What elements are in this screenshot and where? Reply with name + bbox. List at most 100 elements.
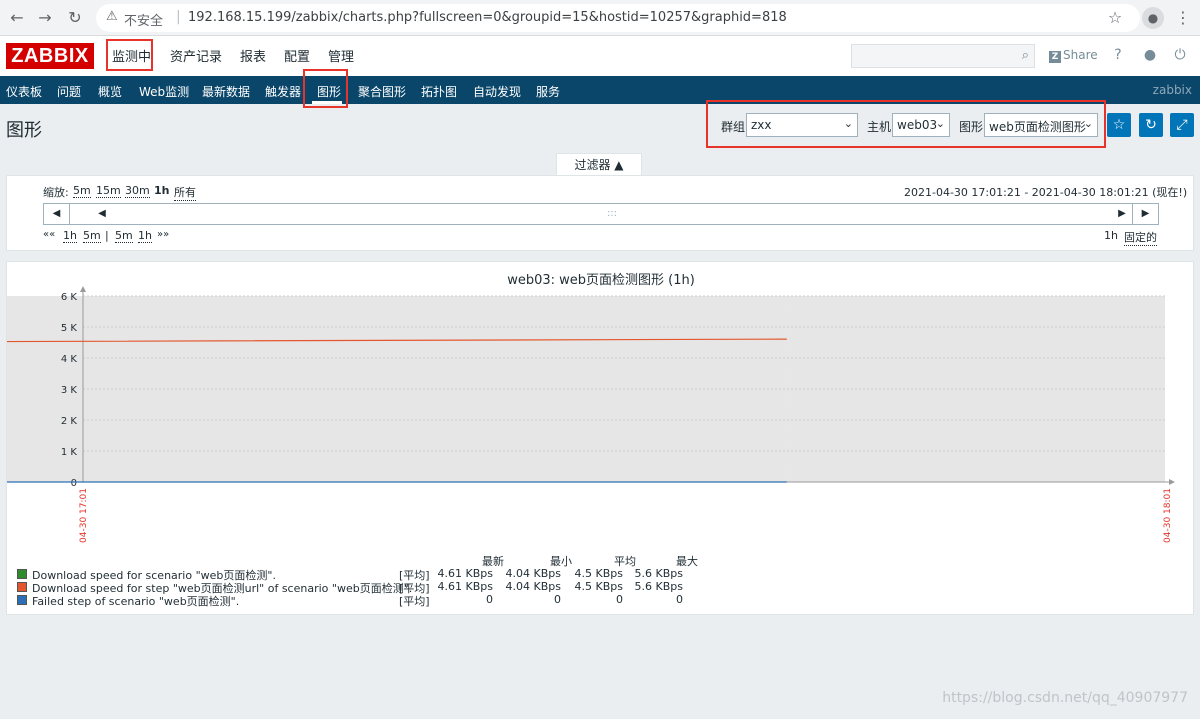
nav-separator: |: [105, 229, 109, 242]
zoom-15m[interactable]: 15m: [96, 184, 121, 198]
submenu-overview[interactable]: 概览: [98, 83, 122, 100]
zoom-5m[interactable]: 5m: [73, 184, 91, 198]
x-axis-arrow: [1169, 479, 1175, 485]
menu-administration[interactable]: 管理: [328, 46, 354, 65]
security-label: 不安全: [124, 14, 164, 29]
legend-value: 0: [554, 593, 561, 606]
series-point-1: [785, 481, 787, 483]
server-name: zabbix: [1152, 83, 1192, 97]
search-input[interactable]: ⌕: [851, 44, 1035, 68]
refresh-icon[interactable]: ↻: [1139, 113, 1163, 137]
scroll-left-button[interactable]: ◀: [44, 204, 70, 224]
slider-grip[interactable]: :::: [602, 204, 622, 224]
slider-right-handle[interactable]: ▶: [1112, 204, 1132, 224]
legend-swatch: [17, 569, 27, 579]
y-tick-label: 1 K: [61, 447, 78, 458]
share-button[interactable]: Z Share: [1049, 48, 1098, 63]
zoom-30m[interactable]: 30m: [125, 184, 150, 198]
nav-fwd-1h[interactable]: 1h: [138, 229, 152, 243]
browser-toolbar: ← → ↻ ⚠ 不安全 | 192.168.15.199/zabbix/char…: [0, 0, 1200, 36]
y-tick-label: 5 K: [61, 323, 78, 334]
y-tick-label: 2 K: [61, 416, 78, 427]
bookmark-star-icon[interactable]: ☆: [1104, 7, 1126, 29]
favorite-star-icon[interactable]: ☆: [1107, 113, 1131, 137]
submenu-screens[interactable]: 聚合图形: [358, 83, 406, 100]
menu-configuration[interactable]: 配置: [284, 46, 310, 65]
submenu-services[interactable]: 服务: [536, 83, 560, 100]
submenu-problems[interactable]: 问题: [57, 83, 81, 100]
url-text[interactable]: 192.168.15.199/zabbix/charts.php?fullscr…: [188, 10, 787, 25]
menu-reports[interactable]: 报表: [240, 46, 266, 65]
legend-label: Failed step of scenario "web页面检测".: [32, 595, 240, 608]
legend-value: 4.61 KBps: [437, 567, 493, 580]
logout-icon[interactable]: ⏻: [1172, 47, 1188, 63]
share-label: Share: [1063, 48, 1098, 62]
zabbix-logo[interactable]: ZABBIX: [6, 43, 94, 69]
zoom-all[interactable]: 所有: [174, 184, 196, 201]
submenu-triggers[interactable]: 触发器: [265, 83, 301, 100]
scroll-right-button[interactable]: ▶: [1132, 204, 1158, 224]
menu-inventory[interactable]: 资产记录: [170, 46, 222, 65]
zabbix-header: ZABBIX 监测中 资产记录 报表 配置 管理 ⌕ Z Share ? ● ⏻: [0, 36, 1200, 76]
submenu-web[interactable]: Web监测: [139, 83, 189, 100]
watermark: https://blog.csdn.net/qq_40907977: [942, 690, 1188, 706]
legend-value: 4.04 KBps: [505, 567, 561, 580]
warning-icon: ⚠: [106, 9, 118, 24]
legend-value: 4.61 KBps: [437, 580, 493, 593]
y-tick-label: 6 K: [61, 292, 78, 303]
search-icon[interactable]: ⌕: [1022, 48, 1029, 63]
nav-back-1h[interactable]: 1h: [63, 229, 77, 243]
url-separator: |: [176, 9, 181, 25]
page-title: 图形: [6, 120, 42, 141]
submenu-maps[interactable]: 拓扑图: [421, 83, 457, 100]
title-row: 图形 群组 zxx ⌄ 主机 web03 ⌄ 图形 web页面检测图形 ⌄ ☆ …: [0, 100, 1200, 148]
time-scrollbar[interactable]: ◀ ◀ ::: ▶ ▶: [43, 203, 1159, 225]
slider-left-handle[interactable]: ◀: [92, 204, 112, 224]
user-profile-icon[interactable]: ●: [1142, 47, 1158, 63]
highlight-box-monitoring: [106, 39, 153, 71]
nav-fwd-all[interactable]: »»: [157, 229, 169, 240]
forward-icon[interactable]: →: [34, 7, 56, 29]
legend-value: 5.6 KBps: [634, 580, 683, 593]
back-icon[interactable]: ←: [6, 7, 28, 29]
submenu-latest-data[interactable]: 最新数据: [202, 83, 250, 100]
zoom-1h[interactable]: 1h: [154, 184, 170, 197]
legend-value: 4.04 KBps: [505, 580, 561, 593]
legend-value: 0: [676, 593, 683, 606]
highlight-box-selectors: [706, 100, 1106, 148]
address-bar[interactable]: ⚠ 不安全 | 192.168.15.199/zabbix/charts.php…: [96, 4, 1140, 32]
submenu-dashboard[interactable]: 仪表板: [6, 83, 42, 100]
y-tick-label: 4 K: [61, 354, 78, 365]
reload-icon[interactable]: ↻: [64, 7, 86, 29]
y-tick-label: 0: [71, 478, 77, 489]
graph-title: web03: web页面检测图形 (1h): [507, 273, 695, 288]
help-icon[interactable]: ?: [1110, 47, 1126, 63]
legend-value: 0: [486, 593, 493, 606]
profile-icon[interactable]: ●: [1142, 7, 1164, 29]
legend-swatch: [17, 582, 27, 592]
zoom-label: 缩放:: [43, 186, 69, 199]
nav-back-5m[interactable]: 5m: [83, 229, 101, 243]
legend-value: 4.5 KBps: [574, 567, 623, 580]
filter-panel: 缩放: 5m 15m 30m 1h 所有 2021-04-30 17:01:21…: [6, 175, 1194, 251]
legend-value: 0: [616, 593, 623, 606]
share-z-icon: Z: [1049, 51, 1061, 63]
browser-menu-icon[interactable]: ⋮: [1174, 7, 1192, 29]
nav-fwd-5m[interactable]: 5m: [115, 229, 133, 243]
filter-tab[interactable]: 过滤器 ▲: [556, 153, 642, 176]
y-axis-arrow: [80, 286, 86, 292]
fixed-toggle[interactable]: 固定的: [1124, 229, 1157, 246]
x-end-label: 04-30 18:01: [1163, 488, 1173, 543]
legend-value: 5.6 KBps: [634, 567, 683, 580]
series-point-0: [785, 338, 787, 340]
time-range: 2021-04-30 17:01:21 - 2021-04-30 18:01:2…: [904, 186, 1188, 199]
nav-back-all[interactable]: ««: [43, 229, 55, 240]
graph-chart[interactable]: web03: web页面检测图形 (1h) 0 1 K 2 K 3 K 4 K 5 K 6 K…: [7, 262, 1195, 616]
x-start-label: 04-30 17:01: [79, 488, 89, 543]
submenu-discovery[interactable]: 自动发现: [473, 83, 521, 100]
legend-func: [平均]: [399, 595, 430, 608]
period-label: 1h: [1104, 229, 1118, 242]
graph-panel: web03: web页面检测图形 (1h) 0 1 K 2 K 3 K 4 K 5 K 6 K…: [6, 261, 1194, 615]
legend-value: 4.5 KBps: [574, 580, 623, 593]
fullscreen-icon[interactable]: ⤢: [1170, 113, 1194, 137]
